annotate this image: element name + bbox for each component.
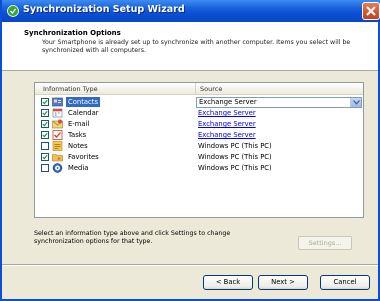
next-button[interactable]: Next > [258,275,308,290]
wizard-window: Synchronization Setup Wizard Synchroniza… [0,0,380,301]
favorites-icon [52,154,63,162]
source-link-calendar[interactable]: Exchange Server [198,108,256,119]
column-header-information-type[interactable]: Information Type [35,83,196,95]
type-label-tasks: Tasks [68,131,87,139]
source-text-notes: Windows PC (This PC) [198,142,272,150]
source-dropdown-contacts[interactable]: Exchange Server [196,97,362,108]
list-item-calendar[interactable]: Calendar Exchange Server [35,108,363,119]
sync-app-icon [7,5,19,17]
checkbox-email[interactable] [41,120,49,128]
list-item-media[interactable]: Media Windows PC (This PC) [35,163,363,174]
column-header-source[interactable]: Source [196,83,363,95]
wizard-header: Synchronization Options Your Smartphone … [2,22,378,71]
media-icon [52,163,63,173]
type-label-notes: Notes [68,142,88,150]
checkbox-tasks[interactable] [41,131,49,139]
type-label-contacts: Contacts [66,97,100,107]
source-link-tasks[interactable]: Exchange Server [198,130,256,141]
tasks-icon [52,130,63,140]
title-bar[interactable]: Synchronization Setup Wizard [2,0,380,22]
checkbox-calendar[interactable] [41,109,49,117]
window-title: Synchronization Setup Wizard [23,4,185,15]
sync-items-list: Information Type Source Contacts Exchang… [34,82,364,218]
calendar-icon [52,108,63,118]
page-title: Synchronization Options [24,29,121,37]
checkbox-favorites[interactable] [41,153,49,161]
type-label-email: E-mail [68,120,90,128]
checkmark-icon [42,110,48,116]
close-icon [366,6,376,16]
close-button[interactable] [362,2,380,20]
checkmark-icon [42,121,48,127]
checkmark-icon [42,132,48,138]
list-item-notes[interactable]: Notes Windows PC (This PC) [35,141,363,152]
source-link-email[interactable]: Exchange Server [198,119,256,130]
cancel-button-label: Cancel [333,278,357,286]
checkbox-notes[interactable] [41,142,49,150]
back-button-label: < Back [215,278,241,286]
type-label-media: Media [68,164,89,172]
cancel-button[interactable]: Cancel [320,275,370,290]
settings-button[interactable]: Settings... [298,236,352,250]
contacts-icon [52,97,63,107]
source-text-favorites: Windows PC (This PC) [198,153,272,161]
source-dropdown-value: Exchange Server [199,98,257,106]
type-label-calendar: Calendar [68,109,99,117]
checkmark-icon [42,154,48,160]
checkmark-icon [42,99,48,105]
notes-icon [52,141,63,151]
next-button-label: Next > [271,278,295,286]
page-description: Your Smartphone is already set up to syn… [42,39,351,54]
chevron-down-icon [353,100,360,105]
instructions-text: Select an information type above and cli… [34,230,231,245]
footer-divider [2,264,378,266]
back-button[interactable]: < Back [203,275,253,290]
checkbox-contacts[interactable] [41,98,49,106]
list-item-favorites[interactable]: Favorites Windows PC (This PC) [35,152,363,163]
dropdown-arrow-button[interactable] [350,98,361,107]
type-label-favorites: Favorites [68,153,99,161]
list-item-tasks[interactable]: Tasks Exchange Server [35,130,363,141]
list-item-email[interactable]: E-mail Exchange Server [35,119,363,130]
email-icon [52,119,63,129]
source-text-media: Windows PC (This PC) [198,164,272,172]
list-item-contacts[interactable]: Contacts Exchange Server [35,97,363,108]
checkbox-media[interactable] [41,164,49,172]
